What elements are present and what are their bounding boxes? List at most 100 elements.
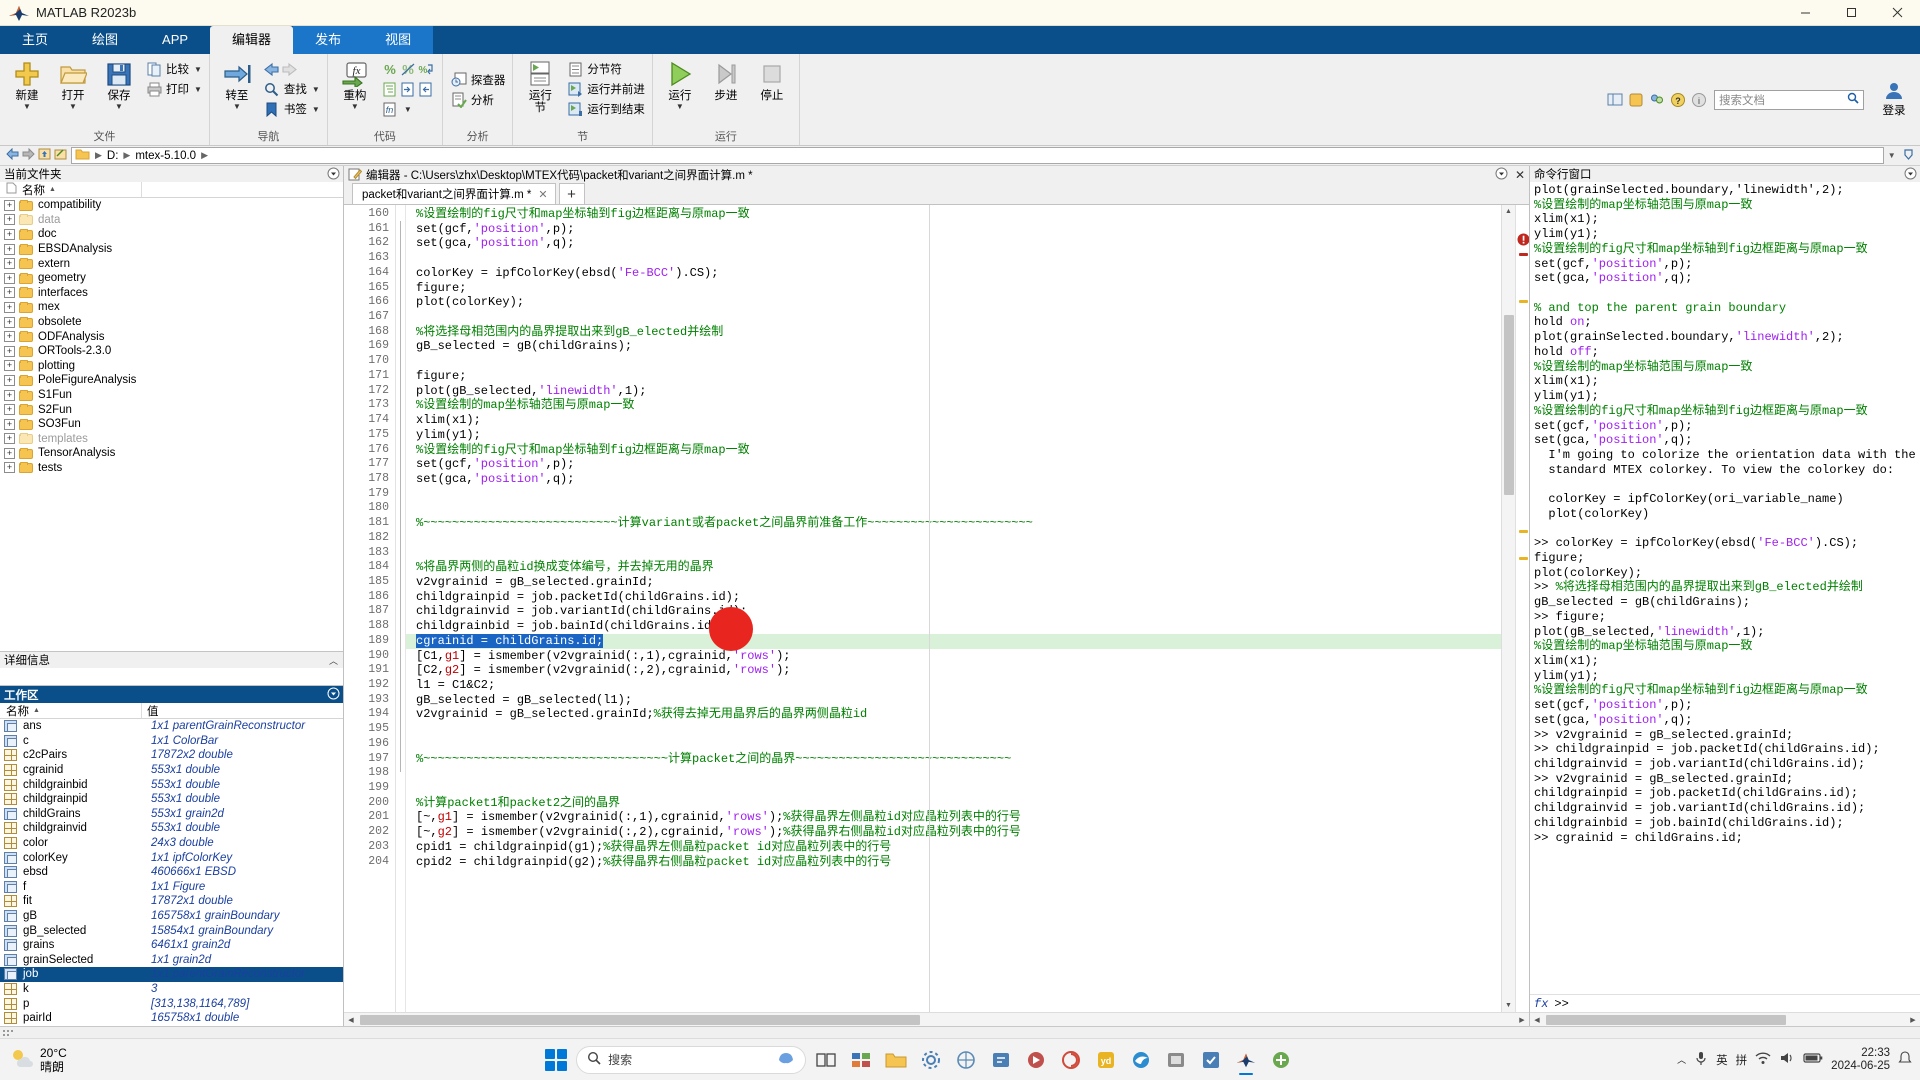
step-button[interactable]: 步进 — [703, 56, 749, 102]
run-button[interactable]: 运行 ▼ — [657, 56, 703, 111]
workspace-variable-list[interactable]: ans 1x1 parentGrainReconstructor c 1x1 Colo… — [0, 719, 343, 1026]
code-line[interactable] — [406, 766, 1501, 781]
expand-icon[interactable]: + — [4, 447, 15, 459]
chevron-down-icon[interactable]: ▼ — [404, 105, 412, 114]
chevron-down-icon[interactable]: ▼ — [676, 102, 684, 111]
command-prompt-line[interactable]: fx >> — [1530, 994, 1920, 1012]
workspace-row[interactable]: ans 1x1 parentGrainReconstructor — [0, 719, 343, 734]
profiler-button[interactable]: 探查器 — [447, 70, 509, 90]
folder-tree-item[interactable]: + mex — [0, 300, 343, 315]
scroll-up-icon[interactable]: ▲ — [1502, 205, 1516, 218]
documentation-search[interactable]: 搜索文档 — [1714, 89, 1864, 110]
function-block-button[interactable]: fn ▼ — [378, 99, 438, 119]
scroll-right-icon[interactable]: ▶ — [1906, 1013, 1920, 1027]
search-icon[interactable] — [1847, 92, 1859, 107]
tab-plots[interactable]: 绘图 — [70, 26, 140, 54]
folder-tree-item[interactable]: + PoleFigureAnalysis — [0, 373, 343, 388]
editor-marker-bar[interactable] — [1515, 205, 1529, 1012]
code-line[interactable] — [406, 781, 1501, 796]
code-line[interactable]: %~~~~~~~~~~~~~~~~~~~~~~~~~~~~~~~~~~计算pac… — [406, 752, 1501, 767]
back-arrow-icon[interactable] — [263, 61, 281, 78]
expand-icon[interactable]: + — [4, 243, 15, 255]
taskbar-search[interactable]: 搜索 — [576, 1045, 807, 1074]
app-icon-9[interactable] — [1056, 1045, 1086, 1075]
find-button[interactable]: 查找 ▼ — [260, 79, 323, 99]
open-button[interactable]: 打开 ▼ — [50, 56, 96, 111]
app-icon-10[interactable]: yd — [1091, 1045, 1121, 1075]
expand-icon[interactable]: + — [4, 301, 15, 313]
folder-tree-item[interactable]: + doc — [0, 227, 343, 242]
code-line[interactable]: plot(gB_selected,'linewidth',1); — [406, 384, 1501, 399]
close-button[interactable] — [1874, 0, 1920, 26]
tab-home[interactable]: 主页 — [0, 26, 70, 54]
code-line[interactable]: %设置绘制的fig尺寸和map坐标轴到fig边框距离与原map一致 — [406, 443, 1501, 458]
folder-tree[interactable]: + compatibility + data + doc + EBSDAnalysis + ext… — [0, 198, 343, 651]
smart-indent-icon[interactable] — [381, 81, 399, 98]
chevron-down-icon[interactable]: ▼ — [1888, 151, 1896, 160]
chevron-down-icon[interactable]: ▼ — [312, 85, 320, 94]
code-line[interactable]: xlim(x1); — [406, 413, 1501, 428]
tab-apps[interactable]: APP — [140, 26, 210, 54]
addons-icon[interactable] — [1626, 90, 1645, 109]
expand-icon[interactable]: + — [4, 404, 15, 416]
app-icon-15[interactable] — [1266, 1045, 1296, 1075]
chevron-down-icon[interactable]: ▼ — [194, 65, 202, 74]
back-forward-buttons[interactable] — [260, 59, 323, 79]
save-button[interactable]: 保存 ▼ — [96, 56, 142, 111]
command-window-output[interactable]: plot(grainSelected.boundary,'linewidth',… — [1530, 182, 1920, 994]
workspace-row[interactable]: gB_selected 15854x1 grainBoundary — [0, 923, 343, 938]
code-line[interactable]: l1 = C1&C2; — [406, 678, 1501, 693]
expand-icon[interactable]: + — [4, 462, 15, 474]
battery-icon[interactable] — [1803, 1052, 1823, 1067]
workspace-row[interactable]: childgrainvid 553x1 double — [0, 821, 343, 836]
ws-col-name[interactable]: 名称 ▲ — [0, 703, 142, 718]
goto-button[interactable]: 转至 ▼ — [214, 56, 260, 111]
code-line[interactable]: v2vgrainid = gB_selected.grainId;%获得去掉无用… — [406, 707, 1501, 722]
code-line[interactable] — [406, 501, 1501, 516]
analyze-button[interactable]: 分析 — [447, 90, 509, 110]
error-marker[interactable] — [1519, 253, 1528, 256]
code-line[interactable] — [406, 722, 1501, 737]
chevron-down-icon[interactable]: ▼ — [115, 102, 123, 111]
chevron-down-icon[interactable]: ▼ — [23, 102, 31, 111]
code-line[interactable]: childgrainbid = job.bainId(childGrains.i… — [406, 619, 1501, 634]
expand-icon[interactable]: + — [4, 214, 15, 226]
folder-col-name[interactable]: 名称 ▲ — [0, 182, 142, 197]
chevron-down-icon[interactable]: ▼ — [351, 102, 359, 111]
app-icon-8[interactable] — [1021, 1045, 1051, 1075]
code-line[interactable]: %设置绘制的fig尺寸和map坐标轴到fig边框距离与原map一致 — [406, 207, 1501, 222]
chevron-down-icon[interactable]: ▼ — [69, 102, 77, 111]
run-to-end-button[interactable]: 运行到结束 — [563, 99, 648, 119]
code-line[interactable]: [C2,g2] = ismember(v2vgrainid(:,2),cgrai… — [406, 663, 1501, 678]
editor-close-icon[interactable]: ✕ — [1515, 168, 1525, 182]
widgets-button[interactable] — [846, 1045, 876, 1075]
up-folder-icon[interactable] — [38, 148, 51, 163]
code-line[interactable]: colorKey = ipfColorKey(ebsd('Fe-BCC').CS… — [406, 266, 1501, 281]
folder-tree-item[interactable]: + ORTools-2.3.0 — [0, 344, 343, 359]
folder-tree-item[interactable]: + data — [0, 213, 343, 228]
fx-icon[interactable]: fx — [1534, 997, 1548, 1011]
workspace-row[interactable]: f 1x1 Figure — [0, 880, 343, 895]
editor-menu-icon[interactable] — [1495, 167, 1508, 183]
expand-icon[interactable]: + — [4, 433, 15, 445]
workspace-row[interactable]: c2cPairs 17872x2 double — [0, 748, 343, 763]
scroll-down-icon[interactable]: ▼ — [1502, 999, 1516, 1012]
expand-icon[interactable]: + — [4, 199, 15, 211]
uncomment-percent-icon[interactable]: % — [399, 61, 417, 78]
volume-icon[interactable] — [1779, 1051, 1795, 1068]
workspace-row[interactable]: p [313,138,1164,789] — [0, 996, 343, 1011]
expand-icon[interactable]: + — [4, 228, 15, 240]
workspace-menu-icon[interactable] — [327, 687, 340, 703]
folder-tree-item[interactable]: + SO3Fun — [0, 417, 343, 432]
workspace-row[interactable]: childGrains 553x1 grain2d — [0, 807, 343, 822]
app-icon-7[interactable] — [986, 1045, 1016, 1075]
code-line[interactable]: cpid2 = childgrainpid(g2);%获得晶界右侧晶粒packe… — [406, 855, 1501, 870]
maximize-button[interactable] — [1828, 0, 1874, 26]
support-icon[interactable]: i — [1689, 90, 1708, 109]
browse-folder-icon[interactable] — [54, 148, 67, 163]
breadcrumb-folder[interactable]: mtex-5.10.0 — [135, 150, 196, 162]
app-icon-6[interactable] — [951, 1045, 981, 1075]
folder-tree-item[interactable]: + S2Fun — [0, 402, 343, 417]
app-icon-13[interactable] — [1196, 1045, 1226, 1075]
folder-tree-item[interactable]: + ODFAnalysis — [0, 329, 343, 344]
